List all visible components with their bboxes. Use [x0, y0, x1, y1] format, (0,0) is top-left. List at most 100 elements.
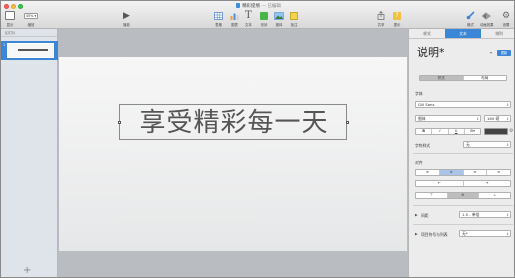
disclosure-triangle-icon[interactable]: ▶	[415, 232, 418, 236]
align-top-icon: ⊤	[429, 193, 433, 197]
format-button[interactable]: 格式	[466, 10, 475, 27]
slide-number: 1	[3, 43, 6, 47]
resize-handle-left[interactable]	[118, 121, 121, 124]
align-center-button[interactable]: ≡	[439, 170, 464, 175]
animate-icon	[482, 12, 492, 19]
text-label: 文本	[245, 23, 252, 27]
layout-toggle[interactable]: 布局	[464, 76, 507, 80]
spacing-value: 1.0 - 单倍	[462, 212, 480, 217]
font-family-value: Gill Sans	[418, 102, 435, 107]
text-options-button[interactable]: ⚙▾	[465, 129, 480, 134]
app-window: 精彩提纲 — 已编辑 显示 45% ▾ 缩放 ▶ 播放 表格 图表 T 文本 形…	[0, 0, 515, 278]
text-format-buttons: B I U ⚙▾	[415, 128, 481, 135]
comment-icon	[290, 11, 298, 20]
chart-button[interactable]: 图表	[230, 10, 239, 27]
align-right-button[interactable]: ≡	[464, 170, 488, 175]
disclosure-triangle-icon[interactable]: ▶	[415, 213, 418, 217]
share-button[interactable]: 共享	[377, 10, 385, 27]
decrease-indent-button[interactable]: ⇤	[416, 181, 464, 186]
italic-button[interactable]: I	[432, 129, 449, 134]
align-left-button[interactable]: ≡	[416, 170, 440, 175]
format-inspector: 样式 文本 排列 说明* ▾ 更新 样式 布局 字体 Gill Sans ⇕ 细体…	[408, 29, 514, 277]
shape-button[interactable]: 形状	[260, 10, 268, 27]
shape-icon	[260, 11, 268, 20]
divider	[413, 224, 513, 225]
chevron-down-icon[interactable]: ▾	[490, 50, 492, 55]
update-style-button[interactable]: 更新	[497, 50, 511, 56]
document-icon	[236, 3, 241, 8]
bold-button[interactable]: B	[416, 129, 433, 134]
setup-button[interactable]: ⚙ 设置	[502, 10, 511, 28]
format-label: 格式	[467, 23, 474, 27]
chevron-updown-icon: ⇕	[506, 103, 509, 107]
window-title: 精彩提纲 — 已编辑	[1, 3, 514, 9]
style-toggle[interactable]: 样式	[420, 76, 464, 80]
setup-label: 设置	[502, 23, 510, 27]
media-label: 媒体	[275, 23, 283, 27]
underline-button[interactable]: U	[449, 129, 465, 134]
navigator-header: 幻灯片	[1, 29, 57, 37]
increase-indent-button[interactable]: ⇥	[464, 181, 511, 186]
char-style-select[interactable]: 无 ⇕	[463, 141, 511, 148]
align-bottom-button[interactable]: ⊥	[479, 193, 510, 198]
spacing-select[interactable]: 1.0 - 单倍 ⇕	[459, 211, 511, 218]
tab-text[interactable]: 文本	[445, 29, 481, 38]
document-title: 精彩提纲	[242, 4, 261, 9]
tips-button[interactable]: ? 提示	[393, 10, 401, 27]
media-icon	[274, 11, 284, 20]
play-icon: ▶	[123, 10, 130, 21]
tab-style[interactable]: 样式	[409, 29, 445, 38]
text-button[interactable]: T 文本	[245, 10, 252, 27]
chevron-updown-icon: ⇕	[506, 213, 509, 217]
spacing-label[interactable]: 间距	[421, 213, 429, 219]
align-middle-button[interactable]: ⊕	[447, 193, 480, 198]
comment-button[interactable]: 批注	[290, 10, 298, 27]
slide-text[interactable]: 享受精彩每一天	[120, 105, 348, 141]
tab-arrange[interactable]: 排列	[481, 29, 514, 38]
char-style-value: 无	[466, 142, 470, 147]
font-style-select[interactable]: 细体 ⇕	[415, 115, 481, 122]
text-icon: T	[245, 10, 252, 21]
animate-label: 动画效果	[480, 23, 494, 27]
font-size-field[interactable]: 160 磅 ⇕	[484, 115, 511, 122]
divider	[413, 153, 513, 154]
style-layout-toggle[interactable]: 样式 布局	[419, 75, 507, 81]
align-top-button[interactable]: ⊤	[416, 193, 448, 198]
slide[interactable]: 享受精彩每一天	[59, 57, 407, 251]
comment-label: 批注	[290, 23, 298, 27]
chevron-updown-icon: ⇕	[506, 232, 509, 236]
animate-button[interactable]: 动画效果	[480, 10, 494, 27]
shape-label: 形状	[260, 23, 268, 27]
play-button[interactable]: ▶ 播放	[123, 10, 130, 28]
tips-icon: ?	[393, 11, 401, 20]
add-slide-button[interactable]: +	[23, 265, 31, 276]
divider	[413, 205, 513, 206]
resize-handle-right[interactable]	[346, 121, 349, 124]
text-color-swatch[interactable]	[484, 128, 508, 135]
align-justify-button[interactable]: ≡	[487, 170, 510, 175]
zoom-control[interactable]: 45% ▾ 缩放	[24, 10, 38, 27]
text-box[interactable]: 享受精彩每一天	[118, 104, 349, 141]
slide-thumbnail[interactable]	[7, 43, 54, 58]
align-middle-icon: ⊕	[461, 193, 465, 197]
paragraph-style-name[interactable]: 说明*	[417, 44, 445, 60]
gear-icon: ⚙	[502, 10, 511, 21]
bullets-select[interactable]: 无* ⇕	[459, 230, 511, 237]
slide-thumbnail-row[interactable]: 1	[1, 41, 58, 60]
align-justify-icon: ≡	[497, 170, 501, 174]
table-button[interactable]: 表格	[214, 10, 223, 27]
document-status: — 已编辑	[261, 4, 281, 9]
stepper-icon: ⇕	[506, 117, 509, 121]
font-style-value: 细体	[418, 116, 426, 121]
font-family-select[interactable]: Gill Sans ⇕	[415, 101, 511, 108]
align-bottom-icon: ⊥	[493, 193, 497, 197]
horizontal-align-buttons: ≡ ≡ ≡ ≡	[415, 169, 511, 176]
media-button[interactable]: 媒体	[274, 10, 284, 27]
thumbnail-text-line	[18, 49, 48, 51]
chevron-down-icon: ▾	[34, 13, 37, 18]
gear-icon[interactable]: ⚙	[509, 128, 513, 134]
view-button[interactable]: 显示	[5, 10, 15, 27]
bullets-label[interactable]: 项目符号与列表	[421, 232, 448, 238]
chevron-updown-icon: ⇕	[506, 143, 509, 147]
chevron-updown-icon: ⇕	[476, 117, 479, 121]
